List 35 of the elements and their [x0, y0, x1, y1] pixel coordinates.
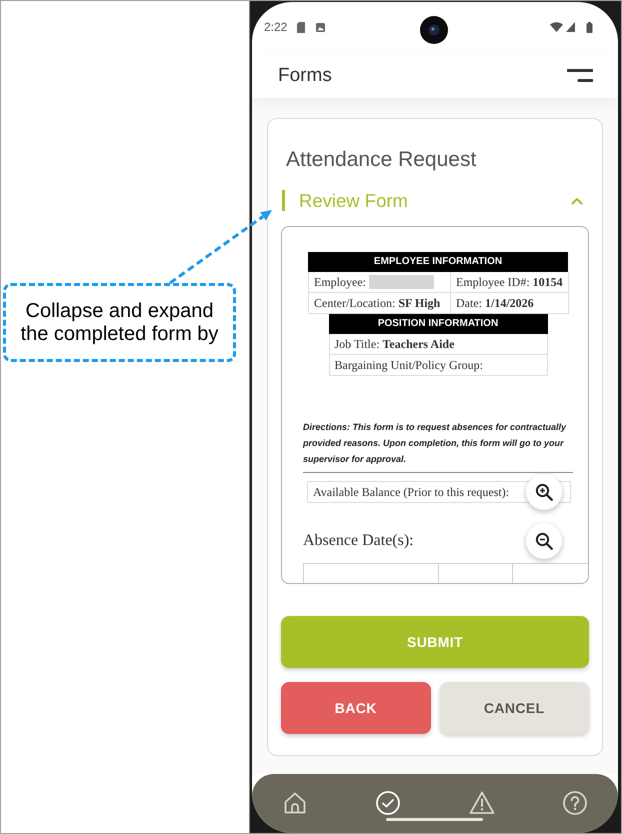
absence-dates-label: Absence Date(s): [303, 532, 414, 550]
home-tab[interactable] [282, 790, 308, 816]
check-circle-icon [375, 790, 402, 816]
submit-button[interactable]: SUBMIT [281, 616, 589, 668]
sd-card-icon [297, 22, 306, 32]
table-heading: POSITION INFORMATION [328, 314, 548, 334]
zoom-out-button[interactable] [526, 523, 562, 559]
page-title: Forms [278, 66, 332, 84]
cancel-button[interactable]: CANCEL [440, 682, 589, 734]
help-tab[interactable] [562, 790, 588, 816]
callout-box: Collapse and expand the completed form by [3, 283, 236, 362]
forms-tab[interactable] [375, 790, 402, 816]
home-icon [282, 790, 308, 816]
status-time: 2:22 [264, 21, 288, 33]
zoom-out-icon [535, 532, 553, 550]
signal-icon [566, 22, 575, 32]
battery-icon [586, 22, 593, 32]
alerts-tab[interactable] [468, 790, 495, 816]
back-button[interactable]: BACK [281, 682, 430, 734]
review-form-toggle[interactable]: Review Form [282, 190, 589, 211]
image-icon [316, 22, 326, 32]
zoom-in-icon [535, 483, 553, 501]
help-icon [562, 790, 588, 816]
camera-lens-icon [419, 15, 449, 45]
table-cell: Job Title: Teachers Aide [330, 334, 548, 355]
table-cell: Bargaining Unit/Policy Group: [330, 355, 548, 376]
table-heading: EMPLOYEE INFORMATION [308, 252, 568, 272]
menu-icon[interactable] [567, 68, 593, 82]
directions-text: Directions: This form is to request absences for contractually provided reasons. Upon completion, this form will go to your supervisor for approval. [303, 421, 568, 466]
zoom-in-button[interactable] [526, 474, 562, 510]
cell-text: Employee: [314, 276, 366, 288]
table-cell: Employee ID#: 10154 [451, 272, 569, 293]
wifi-icon [550, 22, 563, 32]
form-title: Attendance Request [285, 147, 478, 173]
warning-icon [468, 790, 495, 816]
